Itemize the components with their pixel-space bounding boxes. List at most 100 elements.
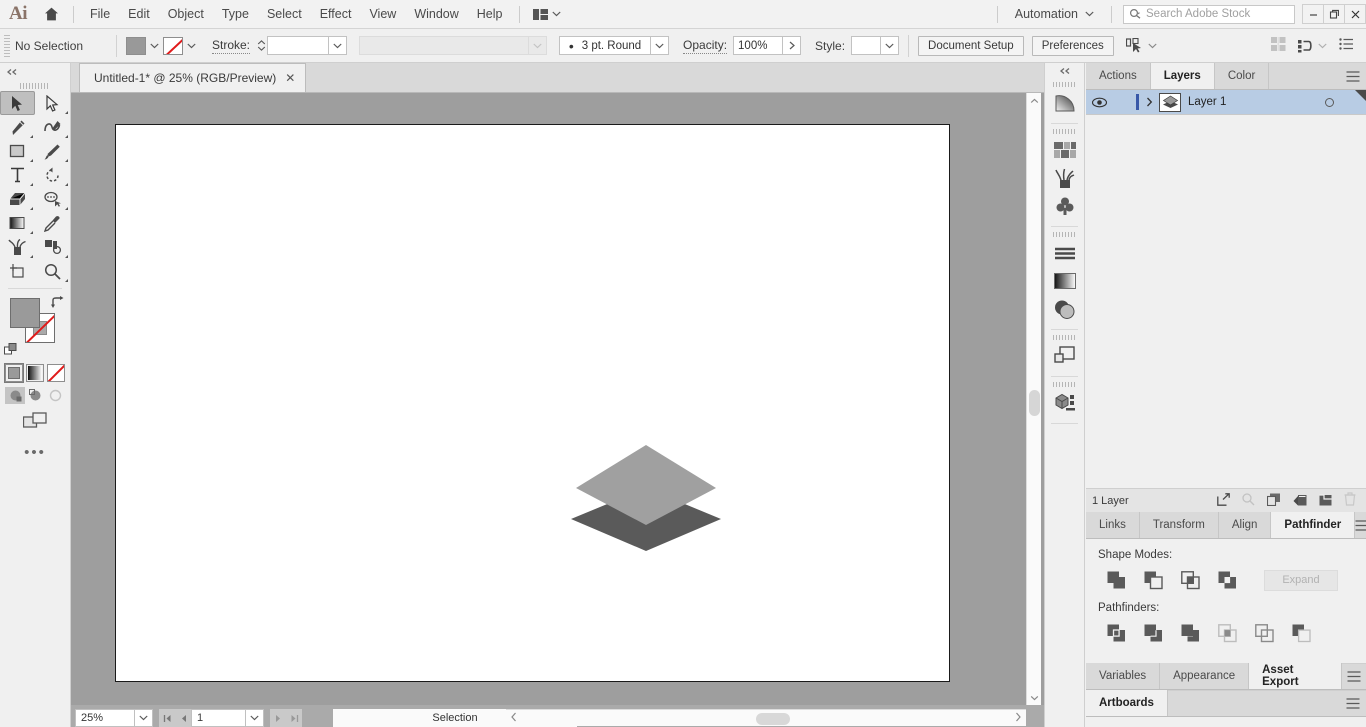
swap-fill-stroke-icon[interactable] [51,296,64,312]
tab-align[interactable]: Align [1218,512,1272,538]
swatches-panel-icon[interactable] [1045,136,1084,164]
minus-front-button[interactable] [1135,568,1172,592]
pen-tool[interactable] [0,115,35,139]
draw-normal-button[interactable] [5,387,25,404]
panel-menu-icon[interactable] [1342,663,1366,689]
menu-effect[interactable]: Effect [311,4,361,24]
panel-menu-icon[interactable] [1340,690,1366,716]
document-tab[interactable]: Untitled-1* @ 25% (RGB/Preview) ✕ [79,63,307,92]
vertical-scroll-thumb[interactable] [1029,390,1040,416]
graphic-style-swatch[interactable] [851,36,882,55]
symbol-sprayer-tool[interactable] [0,235,35,259]
intersect-button[interactable] [1172,568,1209,592]
fill-color-swatch[interactable] [126,36,146,55]
divide-button[interactable] [1098,621,1135,645]
draw-inside-button[interactable] [45,387,65,404]
collect-export-icon[interactable] [1242,492,1255,509]
close-button[interactable] [1344,4,1366,24]
stroke-weight-input[interactable] [267,36,330,55]
stroke-weight-stepper[interactable] [256,36,267,55]
stroke-panel-icon[interactable] [1045,239,1084,267]
layers-panel-icon[interactable] [1045,342,1084,370]
select-similar-objects-icon[interactable] [1125,38,1157,53]
draw-behind-button[interactable] [25,387,45,404]
rotate-tool[interactable] [35,163,70,187]
curvature-tool[interactable] [35,115,70,139]
gradient-mode-button[interactable] [26,364,44,382]
selection-tool[interactable] [0,91,35,115]
graphic-style-dropdown[interactable] [881,36,900,55]
tab-asset-export[interactable]: Asset Export [1249,663,1342,689]
merge-button[interactable] [1172,621,1209,645]
menu-help[interactable]: Help [468,4,512,24]
toolbar-collapse-button[interactable] [0,63,70,80]
scroll-left-button[interactable] [510,711,518,725]
panel-menu-icon[interactable] [1355,512,1366,538]
opacity-input[interactable]: 100% [733,36,784,55]
gradient-tool[interactable] [0,211,35,235]
tab-artboards[interactable]: Artboards [1086,690,1168,716]
menu-window[interactable]: Window [405,4,467,24]
fill-swatch-dropdown[interactable] [146,36,163,55]
stroke-weight-dropdown[interactable] [329,36,348,55]
minimize-button[interactable] [1302,4,1324,24]
menu-view[interactable]: View [360,4,405,24]
exclude-button[interactable] [1209,568,1246,592]
first-artboard-button[interactable] [159,709,175,727]
stroke-swatch-dropdown[interactable] [183,36,200,55]
change-screen-mode-button[interactable] [0,404,70,436]
home-icon[interactable] [36,0,66,29]
graph-tool[interactable] [35,235,70,259]
gradient-swatch-panel-icon[interactable] [1045,267,1084,295]
rectangle-tool[interactable] [0,139,35,163]
zoom-level-dropdown[interactable] [135,709,153,727]
layers-list[interactable]: Layer 1 [1086,90,1366,488]
restore-button[interactable] [1323,4,1345,24]
distribute-icon[interactable] [1298,39,1327,53]
tab-color[interactable]: Color [1214,63,1270,89]
fill-swatch[interactable] [10,298,40,328]
panel-menu-icon[interactable] [1340,63,1366,89]
target-circle-icon[interactable] [1325,97,1334,107]
new-sublayer-icon[interactable] [1266,493,1281,509]
paintbrush-tool[interactable] [35,139,70,163]
close-icon[interactable]: ✕ [285,72,295,84]
automation-dropdown[interactable]: Automation [1005,7,1104,21]
tab-layers[interactable]: Layers [1150,63,1215,89]
menu-edit[interactable]: Edit [119,4,159,24]
3d-panel-icon[interactable] [1045,389,1084,417]
tab-appearance[interactable]: Appearance [1160,663,1250,689]
opacity-dropdown[interactable] [783,36,802,55]
zoom-tool[interactable] [35,259,70,283]
outline-button[interactable] [1246,621,1283,645]
artboard[interactable] [115,124,950,682]
chevron-right-icon[interactable] [1139,97,1159,107]
dock-grip-3[interactable] [1045,229,1084,239]
layer-name[interactable]: Layer 1 [1188,96,1226,108]
horizontal-scroll-thumb[interactable] [756,713,790,725]
tab-actions[interactable]: Actions [1086,63,1151,89]
clipping-mask-icon[interactable] [1293,493,1307,509]
preferences-button[interactable]: Preferences [1031,35,1114,56]
edit-toolbar-button[interactable]: ••• [0,436,70,461]
tab-links[interactable]: Links [1086,512,1140,538]
align-icon[interactable] [1271,37,1286,54]
brush-definition-input[interactable]: • 3 pt. Round [559,36,652,55]
layers-diamond-artwork[interactable] [571,443,721,553]
menu-type[interactable]: Type [213,4,258,24]
tab-pathfinder[interactable]: Pathfinder [1271,512,1356,538]
scroll-up-button[interactable] [1027,93,1042,108]
opacity-label[interactable]: Opacity: [683,38,728,54]
locate-object-icon[interactable] [1217,492,1230,509]
trim-button[interactable] [1135,621,1172,645]
scroll-down-button[interactable] [1027,690,1042,705]
tab-variables[interactable]: Variables [1086,663,1161,689]
menu-object[interactable]: Object [159,4,213,24]
next-artboard-button[interactable] [270,709,286,727]
dock-grip-1[interactable] [1045,79,1084,89]
dock-grip-2[interactable] [1045,126,1084,136]
control-bar-grip[interactable] [4,34,10,57]
new-layer-icon[interactable] [1319,493,1332,509]
stroke-weight-label[interactable]: Stroke: [212,38,251,54]
minus-back-button[interactable] [1283,621,1320,645]
